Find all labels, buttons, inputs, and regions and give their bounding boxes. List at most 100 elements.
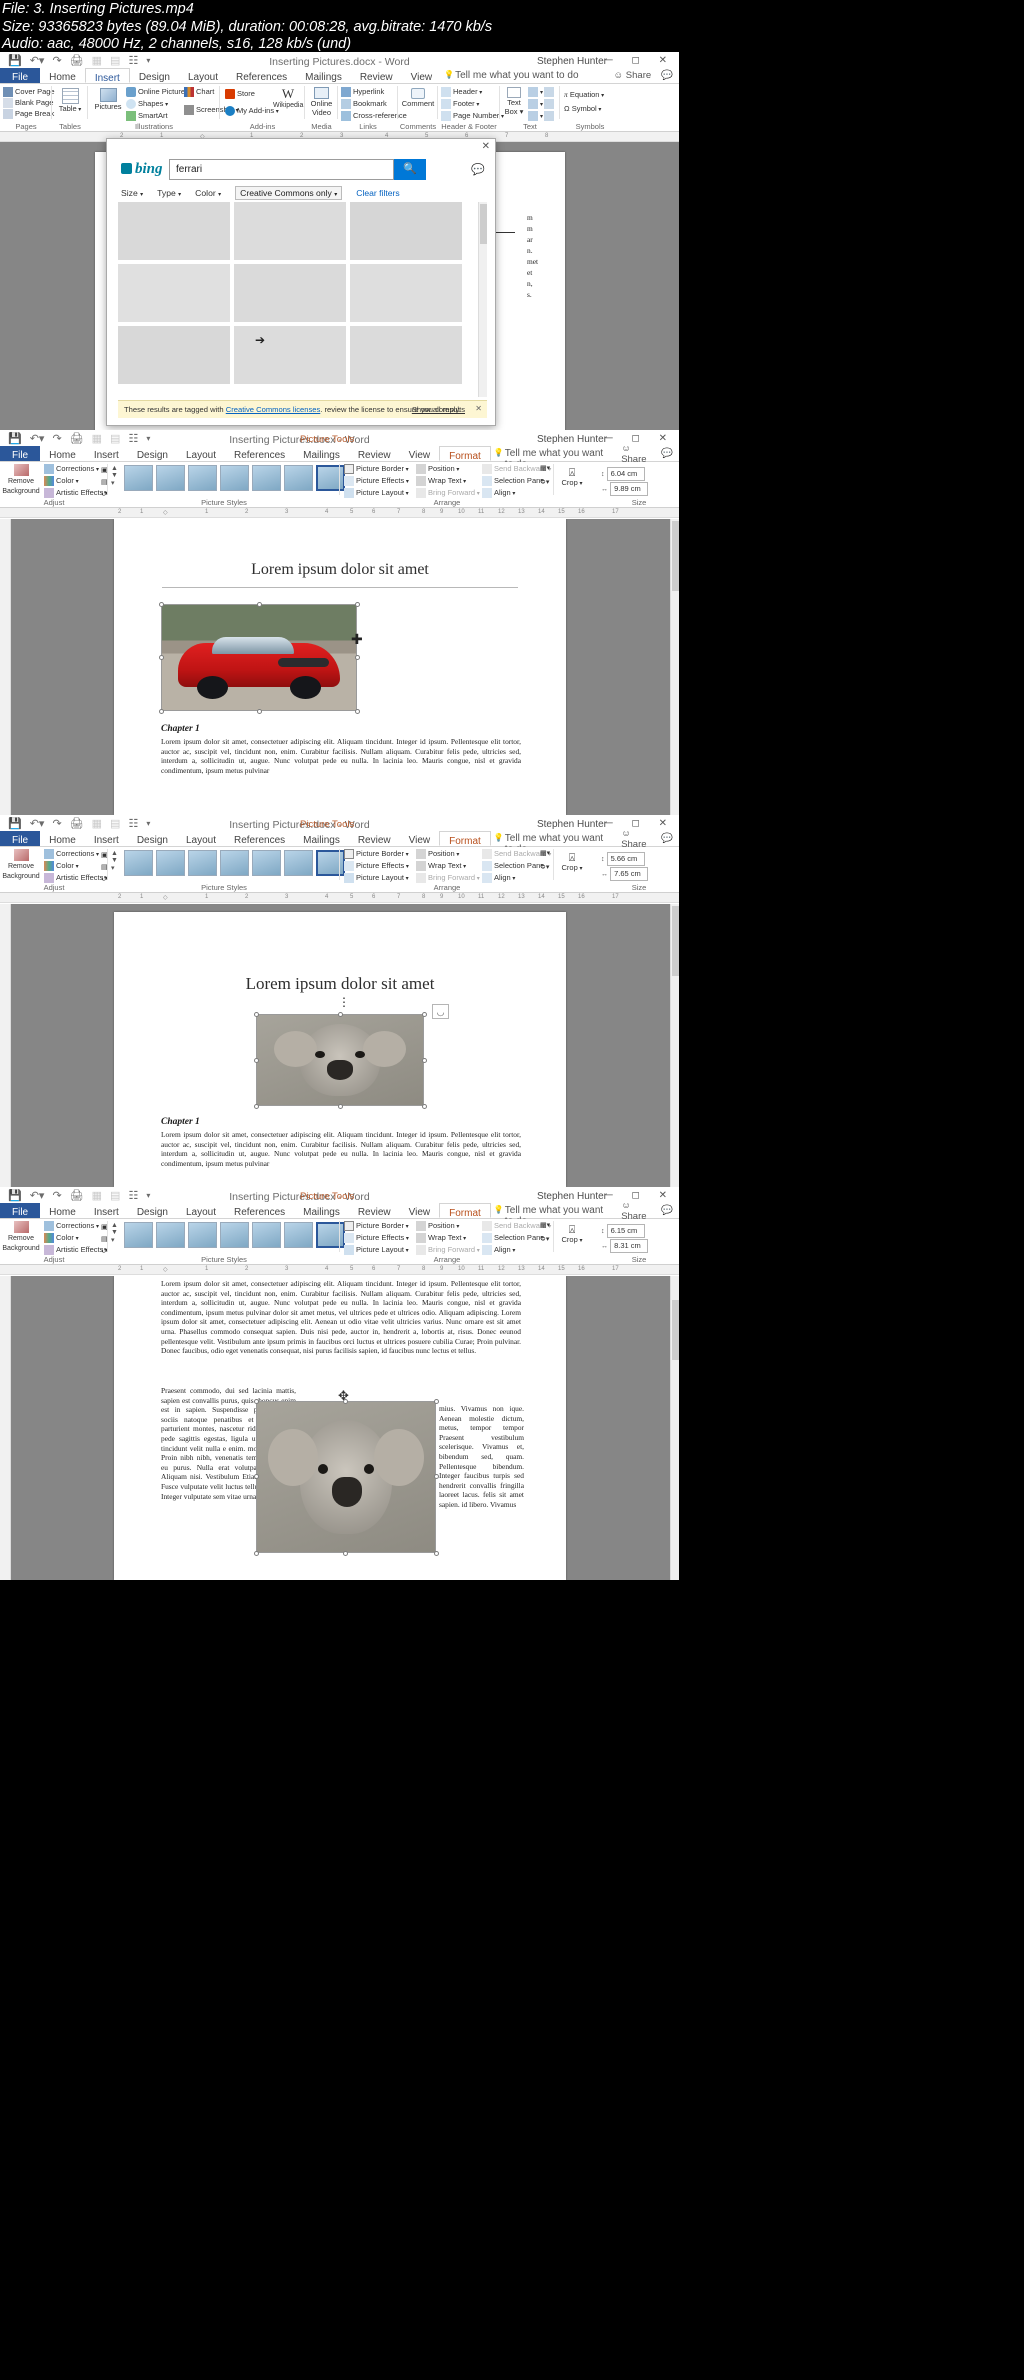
online-video-button[interactable]: Online Video (306, 87, 337, 117)
styles-scroll-3[interactable]: ▲ ▼ ▾ (111, 850, 118, 872)
tab-insert-4[interactable]: Insert (85, 1203, 128, 1218)
group-objects-icon-4[interactable]: ▦▾ (540, 1221, 550, 1231)
rotate-objects-icon-4[interactable]: ↻▾ (540, 1235, 549, 1245)
tab-file-1[interactable]: File (0, 68, 41, 83)
resize-handle-e-3[interactable] (422, 1058, 427, 1063)
picture-styles-gallery-2[interactable] (124, 465, 345, 491)
tab-mailings-1[interactable]: Mailings (296, 68, 351, 83)
tab-review-1[interactable]: Review (351, 68, 402, 83)
footer-button[interactable]: Footer ▾ (441, 99, 479, 110)
document-scrollbar-3[interactable] (670, 904, 679, 1187)
picture-style-item[interactable] (124, 1222, 153, 1248)
resize-handle-s-3[interactable] (338, 1104, 343, 1109)
notice-close-icon[interactable]: ✕ (475, 404, 482, 413)
picture-height-field-4[interactable]: ↕ 6.15 cm (601, 1224, 645, 1238)
position-button-3[interactable]: Position ▾ (416, 849, 459, 860)
picture-width-field-2[interactable]: ↔ 9.89 cm (601, 482, 649, 496)
shapes-button[interactable]: Shapes ▾ (126, 99, 168, 110)
user-name-1[interactable]: Stephen Hunter (537, 56, 607, 67)
resize-handle-s-4[interactable] (343, 1551, 348, 1556)
tab-mailings-4[interactable]: Mailings (294, 1203, 349, 1218)
resize-handle-ne-3[interactable] (422, 1012, 427, 1017)
picture-border-button-3[interactable]: Picture Border ▾ (344, 849, 409, 860)
document-canvas-4[interactable]: Lorem ipsum dolor sit amet, consectetuer… (0, 1276, 679, 1580)
insert-ribbon-1[interactable]: Cover Page Blank Page Page Break Pages T… (0, 84, 679, 132)
share-button-1[interactable]: ☺ Share (613, 70, 651, 81)
tab-format-3[interactable]: Format (439, 831, 491, 847)
hyperlink-button[interactable]: Hyperlink (341, 87, 384, 98)
document-canvas-2[interactable]: Lorem ipsum dolor sit amet Chapter 1 Lor… (0, 519, 679, 815)
comment-button[interactable]: Comment (400, 88, 436, 109)
picture-styles-gallery-3[interactable] (124, 850, 345, 876)
resize-handle-ne-4[interactable] (434, 1399, 439, 1404)
comments-icon-4[interactable]: 💬 (661, 1205, 673, 1216)
result-thumb[interactable] (234, 264, 346, 322)
picture-format-ribbon-2[interactable]: Remove Background Corrections ▾ Color ▾ A… (0, 462, 679, 508)
creative-commons-link[interactable]: Creative Commons licenses (226, 405, 321, 414)
picture-styles-gallery-4[interactable] (124, 1222, 345, 1248)
bing-results-grid[interactable] (118, 202, 487, 397)
quick-parts-button[interactable]: ▾ (528, 87, 543, 98)
pictures-button[interactable]: Pictures (92, 88, 124, 112)
resize-handle-w-3[interactable] (254, 1058, 259, 1063)
page-break-button[interactable]: Page Break (3, 109, 54, 120)
picture-style-item[interactable] (220, 1222, 249, 1248)
picture-width-field-3[interactable]: ↔ 7.65 cm (601, 867, 649, 881)
ribbon-tabs-2[interactable]: File Home Insert Design Layout Reference… (0, 443, 679, 470)
tab-view-3[interactable]: View (400, 831, 440, 846)
tab-mailings-3[interactable]: Mailings (294, 831, 349, 846)
picture-width-field-4[interactable]: ↔ 8.31 cm (601, 1239, 649, 1253)
vertical-ruler-2[interactable] (0, 519, 11, 815)
tab-home-1[interactable]: Home (40, 68, 85, 83)
bing-search-button[interactable]: 🔍 (394, 159, 426, 180)
ribbon-right-group-2[interactable]: ☺ Share 💬 (621, 443, 679, 465)
tab-insert-3[interactable]: Insert (85, 831, 128, 846)
filter-creative-commons[interactable]: Creative Commons only ▾ (235, 186, 343, 200)
group-objects-icon-3[interactable]: ▦▾ (540, 849, 550, 859)
quick-access-toolbar-4[interactable]: 💾 ↶▾ ↷ 🖨 ▦ ▤ ☷ ▾ Inserting Pictures.docx… (0, 1187, 679, 1203)
ribbon-right-group-4[interactable]: ☺ Share 💬 (621, 1200, 679, 1222)
quick-access-toolbar-2[interactable]: 💾 ↶▾ ↷ 🖨 ▦ ▤ ☷ ▾ Inserting Pictures.docx… (0, 430, 679, 446)
crop-button-4[interactable]: ⍓ Crop ▾ (557, 1224, 587, 1246)
position-button-2[interactable]: Position ▾ (416, 464, 459, 475)
horizontal-ruler-2[interactable]: 21 ◇ 1 23 45 67 89 10 11 12 13 14 15 16 17 (0, 508, 679, 518)
document-page-2[interactable]: Lorem ipsum dolor sit amet Chapter 1 Lor… (114, 519, 566, 815)
online-pictures-dialog[interactable]: ✕ bing 🔍 💬 Size ▾ Type ▾ Color ▾ Creativ… (106, 138, 496, 426)
ribbon-right-group-3[interactable]: ☺ Share 💬 (621, 828, 679, 850)
rotate-objects-icon-2[interactable]: ↻▾ (540, 478, 549, 488)
page-number-button[interactable]: Page Number ▾ (441, 111, 504, 122)
selection-pane-button-2[interactable]: Selection Pane (482, 476, 544, 487)
picture-style-item[interactable] (188, 1222, 217, 1248)
tab-view-1[interactable]: View (402, 68, 442, 83)
result-thumb[interactable] (118, 264, 230, 322)
signature-line-button[interactable] (544, 87, 556, 98)
ribbon-tabs-4[interactable]: File Home Insert Design Layout Reference… (0, 1200, 679, 1227)
tab-review-2[interactable]: Review (349, 446, 400, 461)
resize-handle-sw-2[interactable] (159, 709, 164, 714)
resize-handle-e-2[interactable] (355, 655, 360, 660)
tell-me-box-1[interactable]: Tell me what you want to do (441, 68, 587, 83)
wrap-text-button-2[interactable]: Wrap Text ▾ (416, 476, 466, 487)
picture-style-item[interactable] (284, 465, 313, 491)
resize-handle-s-2[interactable] (257, 709, 262, 714)
tab-design-1[interactable]: Design (130, 68, 179, 83)
header-button[interactable]: Header ▾ (441, 87, 482, 98)
document-scrollthumb-3[interactable] (672, 906, 679, 976)
picture-style-item[interactable] (156, 1222, 185, 1248)
tab-home-3[interactable]: Home (40, 831, 85, 846)
tab-layout-3[interactable]: Layout (177, 831, 225, 846)
tell-me-box-2[interactable]: Tell me what you want to do (491, 446, 621, 470)
quick-access-toolbar-1[interactable]: 💾 ↶▾ ↷ 🖨 ▦ ▤ ☷ ▾ Inserting Pictures.docx… (0, 52, 679, 68)
resize-handle-ne-2[interactable] (355, 602, 360, 607)
wrap-text-button-3[interactable]: Wrap Text ▾ (416, 861, 466, 872)
picture-selection-box-3[interactable] (256, 1014, 424, 1106)
resize-handle-sw-3[interactable] (254, 1104, 259, 1109)
window-controls-3[interactable]: ─ ◻ ✕ (606, 818, 675, 829)
user-name-2[interactable]: Stephen Hunter (537, 434, 607, 445)
object-button[interactable] (544, 111, 556, 122)
store-button[interactable]: Store (225, 89, 255, 100)
tab-references-2[interactable]: References (225, 446, 294, 461)
result-thumb[interactable] (350, 202, 462, 260)
tell-me-box-4[interactable]: Tell me what you want to do (491, 1203, 621, 1227)
blank-page-button[interactable]: Blank Page (3, 98, 53, 109)
